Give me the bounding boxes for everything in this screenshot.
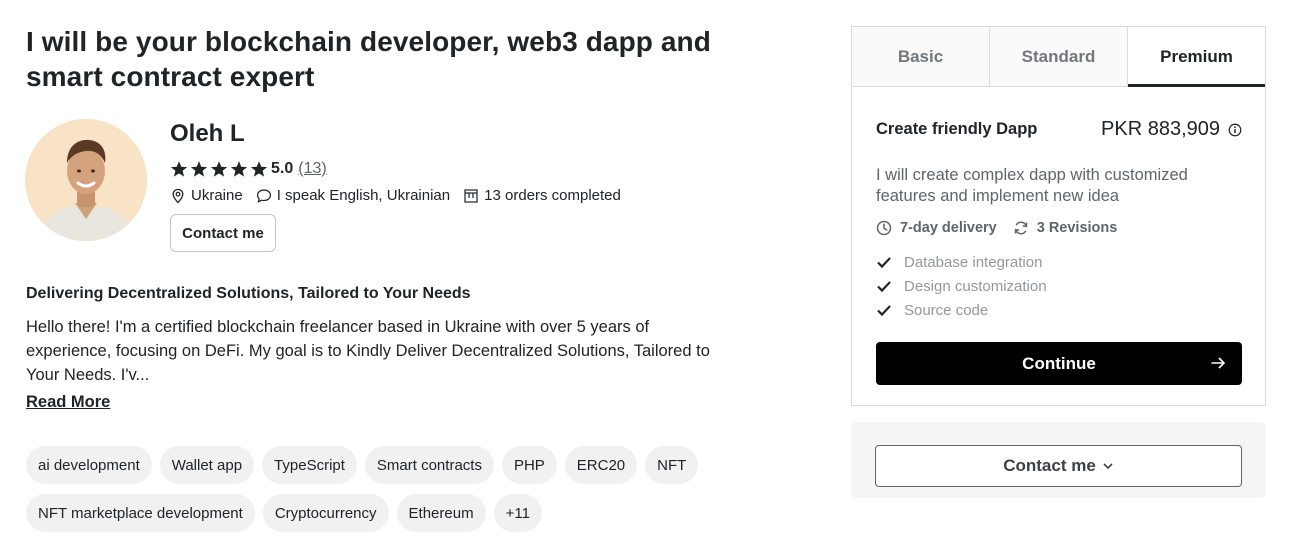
continue-button[interactable]: Continue <box>876 342 1242 385</box>
skill-tag[interactable]: Smart contracts <box>364 446 494 484</box>
refresh-icon <box>1014 221 1028 235</box>
star-icon <box>190 161 208 177</box>
package-tabs: Basic Standard Premium <box>852 27 1265 87</box>
skill-tag[interactable]: ai development <box>26 446 152 484</box>
orders-box-icon <box>464 188 478 203</box>
more-tags-button[interactable]: +11 <box>493 494 542 532</box>
delivery-time: 7-day delivery <box>876 220 997 236</box>
rating-value: 5.0 <box>271 160 294 177</box>
skill-tags: ai development Wallet app TypeScript Sma… <box>26 446 746 532</box>
package-header: Create friendly Dapp PKR 883,909 <box>876 118 1242 141</box>
check-icon <box>877 305 891 317</box>
reviews-count-link[interactable]: (13) <box>298 160 326 178</box>
skill-tag[interactable]: NFT <box>645 446 699 484</box>
description-body: Hello there! I'm a certified blockchain … <box>26 318 710 384</box>
package-features: Database integration Design customizatio… <box>876 250 1047 322</box>
contact-box: Contact me <box>851 422 1266 498</box>
revisions-text: 3 Revisions <box>1036 220 1118 236</box>
rating-stars <box>170 160 268 178</box>
star-icon <box>210 161 228 177</box>
delivery-time-text: 7-day delivery <box>900 220 997 236</box>
seller-rating: 5.0 (13) <box>170 158 327 180</box>
seller-avatar-image <box>25 119 147 241</box>
seller-location: Ukraine <box>170 187 243 204</box>
contact-me-dropdown-button[interactable]: Contact me <box>875 445 1242 487</box>
skill-tag[interactable]: Wallet app <box>159 446 255 484</box>
package-name: Create friendly Dapp <box>876 120 1038 138</box>
seller-orders: 13 orders completed <box>463 187 621 204</box>
continue-label: Continue <box>1022 353 1096 373</box>
skill-tag[interactable]: TypeScript <box>262 446 357 484</box>
feature-item: Source code <box>876 298 1047 322</box>
contact-seller-button[interactable]: Contact me <box>170 214 276 252</box>
clock-icon <box>876 220 892 236</box>
feature-label: Database integration <box>904 253 1043 271</box>
check-icon <box>877 257 891 269</box>
star-icon <box>230 161 248 177</box>
feature-label: Source code <box>904 301 989 319</box>
skill-tag[interactable]: PHP <box>501 446 557 484</box>
contact-me-label: Contact me <box>1003 456 1096 475</box>
revisions: 3 Revisions <box>1013 220 1118 236</box>
seller-name[interactable]: Oleh L <box>170 120 245 148</box>
skill-tag[interactable]: Ethereum <box>396 494 486 532</box>
seller-languages: I speak English, Ukrainian <box>256 187 450 204</box>
check-icon <box>877 281 891 293</box>
seller-country: Ukraine <box>191 187 243 204</box>
seller-languages-text: I speak English, Ukrainian <box>276 187 451 204</box>
gig-title: I will be your blockchain developer, web… <box>26 26 711 92</box>
feature-item: Database integration <box>876 250 1047 274</box>
package-price: PKR 883,909 <box>1101 118 1242 141</box>
seller-orders-text: 13 orders completed <box>484 187 621 204</box>
chat-bubble-icon <box>256 188 271 203</box>
info-icon[interactable] <box>1228 123 1242 137</box>
skill-tag[interactable]: ERC20 <box>564 446 638 484</box>
package-panel: Basic Standard Premium Create friendly D… <box>851 26 1266 406</box>
arrow-right-icon <box>1211 357 1226 369</box>
star-icon <box>250 161 268 177</box>
feature-item: Design customization <box>876 274 1047 298</box>
tab-basic[interactable]: Basic <box>852 27 990 86</box>
description-heading: Delivering Decentralized Solutions, Tail… <box>26 285 471 302</box>
skill-tag[interactable]: NFT marketplace development <box>26 494 255 532</box>
seller-meta: Ukraine I speak English, Ukrainian 13 or… <box>170 187 634 204</box>
tab-premium[interactable]: Premium <box>1128 27 1265 87</box>
location-pin-icon <box>172 188 184 203</box>
read-more-link[interactable]: Read More <box>26 393 110 412</box>
skill-tag[interactable]: Cryptocurrency <box>262 494 389 532</box>
tab-standard[interactable]: Standard <box>990 27 1128 86</box>
package-meta: 7-day delivery 3 Revisions <box>876 220 1133 236</box>
seller-avatar[interactable] <box>25 119 147 241</box>
package-description: I will create complex dapp with customiz… <box>876 166 1188 205</box>
feature-label: Design customization <box>904 277 1047 295</box>
chevron-down-icon <box>1103 463 1113 470</box>
star-icon <box>170 161 188 177</box>
package-price-value: PKR 883,909 <box>1101 118 1220 140</box>
